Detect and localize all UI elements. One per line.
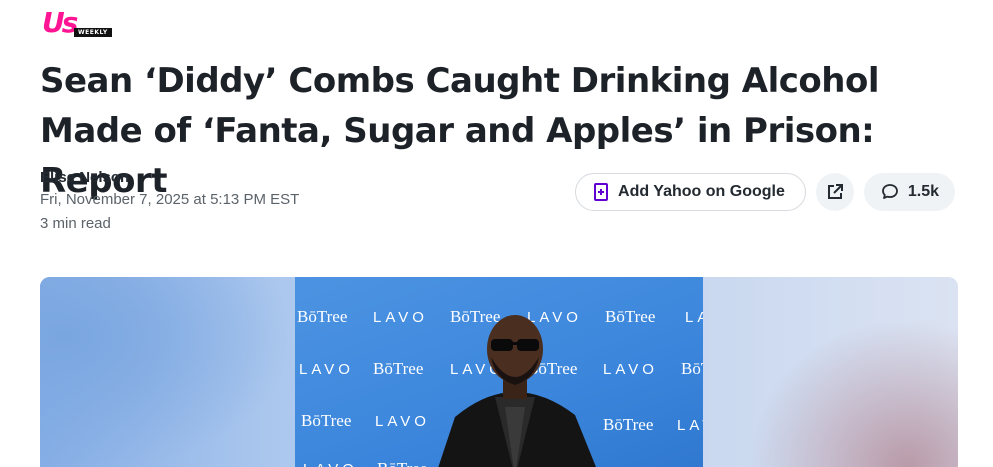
person-figure — [438, 315, 596, 467]
us-weekly-logo[interactable]: Us WEEKLY — [42, 6, 122, 40]
backdrop-lavo-text: LAVO — [603, 361, 658, 378]
logo-main-text: Us — [42, 6, 78, 39]
add-google-label: Add Yahoo on Google — [618, 183, 785, 200]
backdrop-lavo-text: LAVO — [685, 309, 703, 326]
article-hero-image[interactable]: BōTree LAVO BōTree LAVO BōTree LAVO LAVO… — [40, 277, 958, 467]
add-yahoo-on-google-button[interactable]: Add Yahoo on Google — [575, 173, 806, 211]
byline: Elise Nelson Fri, November 7, 2025 at 5:… — [40, 168, 299, 236]
backdrop-lavo-text: LAVO — [303, 461, 358, 467]
backdrop-botree-text: BōTree — [681, 359, 703, 378]
backdrop-lavo-text: LAVO — [373, 309, 428, 326]
share-button[interactable] — [815, 173, 854, 211]
publish-date: Fri, November 7, 2025 at 5:13 PM EST — [40, 191, 300, 208]
logo-sub-text: WEEKLY — [74, 28, 112, 37]
backdrop-botree-text: BōTree — [301, 411, 352, 430]
image-blur-right — [703, 277, 958, 467]
backdrop-botree-text: BōTree — [377, 459, 427, 467]
comment-count: 1.5k — [907, 183, 939, 200]
backdrop-botree-text: BōTree — [605, 307, 656, 326]
read-time: 3 min read — [40, 215, 111, 232]
comment-bubble-icon — [881, 184, 898, 199]
backdrop-lavo-text: LAVO — [299, 361, 354, 378]
backdrop-lavo-text: LAVO — [375, 413, 430, 430]
share-external-icon — [827, 184, 843, 199]
backdrop-botree-text: BōTree — [603, 415, 654, 434]
backdrop-lavo-text: LAVO — [677, 417, 703, 434]
add-document-icon — [594, 183, 609, 201]
image-blur-left — [40, 277, 295, 467]
article-actions: Add Yahoo on Google 1.5k — [575, 173, 955, 211]
backdrop-botree-text: BōTree — [373, 359, 424, 378]
backdrop-botree-text: BōTree — [297, 307, 348, 326]
author-name[interactable]: Elise Nelson — [40, 168, 299, 188]
comments-button[interactable]: 1.5k — [863, 173, 955, 211]
hero-photo: BōTree LAVO BōTree LAVO BōTree LAVO LAVO… — [295, 277, 703, 467]
